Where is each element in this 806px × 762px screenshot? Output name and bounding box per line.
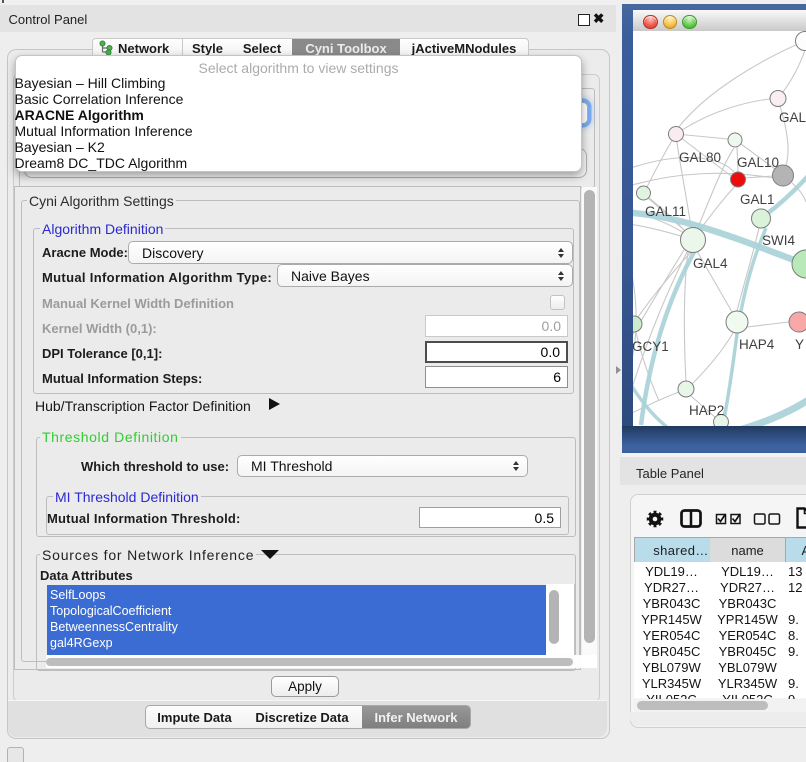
svg-text:GAL11: GAL11 — [645, 204, 686, 219]
svg-text:SWI4: SWI4 — [762, 233, 795, 248]
svg-text:HAP2: HAP2 — [689, 403, 724, 418]
svg-text:HAP4: HAP4 — [739, 337, 775, 352]
svg-text:GCY1: GCY1 — [633, 339, 669, 354]
svg-text:Y: Y — [795, 337, 804, 352]
svg-text:GAL1: GAL1 — [740, 192, 775, 207]
svg-text:GAL80: GAL80 — [679, 150, 721, 165]
svg-text:GAL4: GAL4 — [693, 256, 728, 271]
svg-text:GAL10: GAL10 — [737, 155, 779, 170]
svg-text:GAL2: GAL2 — [779, 110, 806, 125]
